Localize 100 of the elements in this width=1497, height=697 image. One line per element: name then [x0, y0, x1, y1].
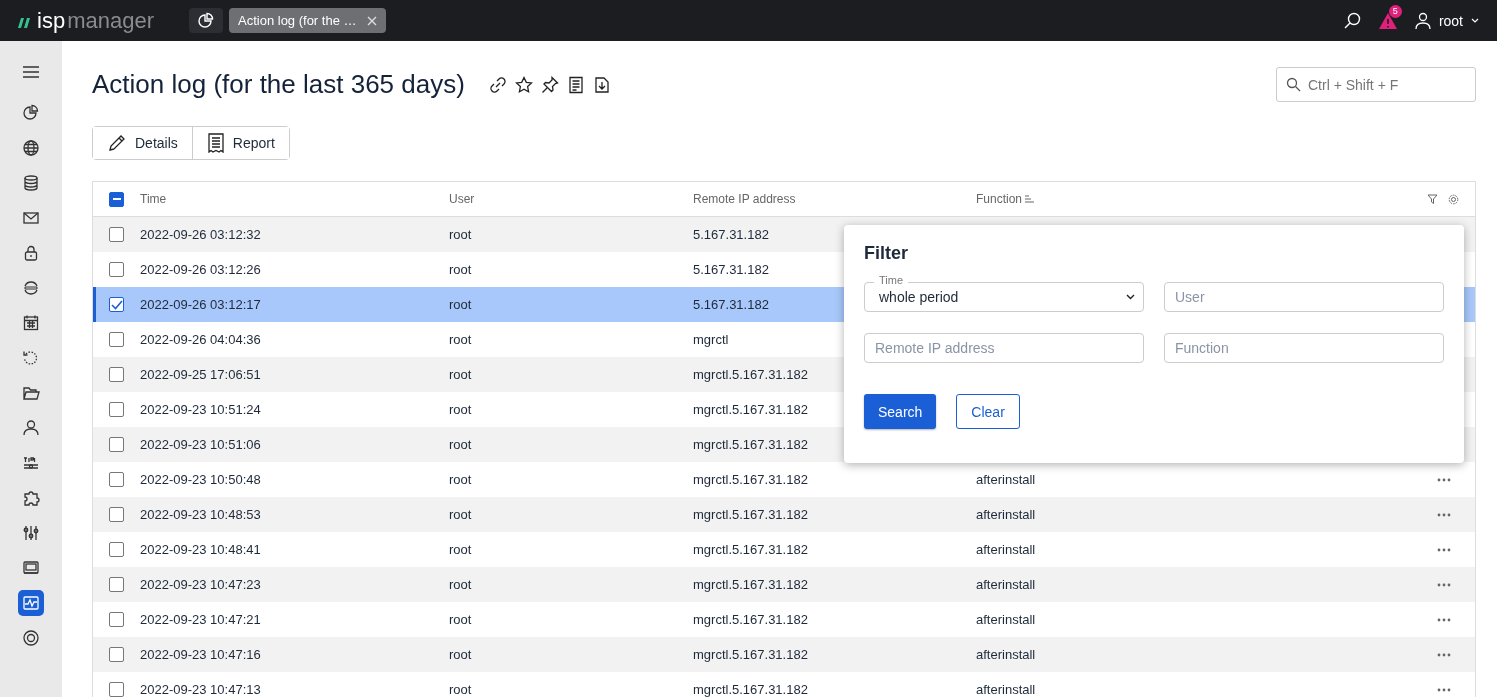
- row-checkbox[interactable]: [109, 542, 124, 557]
- page-tab[interactable]: Action log (for the …: [229, 8, 386, 33]
- link-icon[interactable]: [488, 75, 507, 94]
- column-header[interactable]: Time: [140, 192, 449, 206]
- alert-count-badge: 5: [1388, 4, 1402, 18]
- table-cell: 2022-09-23 10:51:24: [140, 401, 261, 417]
- row-checkbox[interactable]: [109, 577, 124, 592]
- dashboard-tab[interactable]: [189, 8, 223, 33]
- column-header[interactable]: Remote IP address: [693, 192, 976, 206]
- table-cell: afterinstall: [976, 647, 1036, 662]
- more-icon[interactable]: [1437, 582, 1451, 587]
- row-checkbox[interactable]: [109, 437, 124, 452]
- table-cell: mgrctl.5.167.31.182: [693, 506, 808, 522]
- row-checkbox[interactable]: [109, 262, 124, 277]
- clear-button[interactable]: Clear: [956, 394, 1020, 429]
- table-cell: root: [449, 261, 472, 277]
- caret-icon: [1126, 294, 1135, 300]
- more-icon[interactable]: [1437, 617, 1451, 622]
- table-cell: root: [449, 401, 472, 417]
- table-cell: root: [449, 366, 472, 382]
- table-cell: 5.167.31.182: [693, 296, 769, 312]
- close-icon[interactable]: [366, 15, 377, 26]
- more-icon[interactable]: [1437, 687, 1451, 692]
- row-checkbox[interactable]: [109, 332, 124, 347]
- pin-icon[interactable]: [540, 75, 559, 94]
- table-cell: 5.167.31.182: [693, 226, 769, 242]
- more-icon[interactable]: [1437, 652, 1451, 657]
- warning-icon[interactable]: [1378, 12, 1397, 29]
- logo-stripes-icon: [18, 17, 32, 28]
- search-icon: [1286, 77, 1301, 92]
- chart-icon[interactable]: [18, 590, 44, 616]
- table-cell: mgrctl.5.167.31.182: [693, 436, 808, 452]
- table-cell: afterinstall: [976, 472, 1036, 487]
- more-icon[interactable]: [1437, 512, 1451, 517]
- receipt-icon: [206, 133, 225, 153]
- table-cell: 2022-09-26 04:04:36: [140, 331, 261, 347]
- table-cell: root: [449, 611, 472, 627]
- user-icon: [1414, 11, 1431, 30]
- row-checkbox[interactable]: [109, 647, 124, 662]
- table-cell: 2022-09-26 03:12:17: [140, 296, 261, 312]
- search-icon[interactable]: [1343, 12, 1361, 29]
- row-checkbox[interactable]: [109, 682, 124, 697]
- caret-icon: [1471, 18, 1479, 23]
- table-cell: 2022-09-23 10:47:23: [140, 576, 261, 592]
- row-checkbox[interactable]: [109, 402, 124, 417]
- table-cell: root: [449, 646, 472, 662]
- table-cell: 2022-09-23 10:48:53: [140, 506, 261, 522]
- more-icon[interactable]: [1437, 477, 1451, 482]
- table-cell: root: [449, 436, 472, 452]
- star-icon[interactable]: [514, 75, 533, 94]
- row-checkbox[interactable]: [109, 297, 124, 312]
- table-cell: mgrctl.5.167.31.182: [693, 646, 808, 662]
- table-cell: 2022-09-25 17:06:51: [140, 366, 261, 382]
- table-cell: root: [449, 681, 472, 697]
- row-checkbox[interactable]: [109, 227, 124, 242]
- table-cell: 5.167.31.182: [693, 261, 769, 277]
- table-cell: root: [449, 506, 472, 522]
- table-cell: mgrctl.5.167.31.182: [693, 541, 808, 557]
- table-cell: mgrctl.5.167.31.182: [693, 471, 808, 487]
- select-all-checkbox[interactable]: [109, 191, 124, 207]
- table-cell: root: [449, 226, 472, 242]
- search-button[interactable]: Search: [864, 394, 937, 429]
- user-menu[interactable]: root: [1414, 11, 1479, 30]
- report-button[interactable]: Report: [191, 127, 289, 159]
- table-cell: mgrctl.5.167.31.182: [693, 611, 808, 627]
- filter-icon[interactable]: [1427, 193, 1438, 205]
- column-header[interactable]: Function: [976, 192, 1023, 206]
- row-checkbox[interactable]: [109, 367, 124, 382]
- row-checkbox[interactable]: [109, 472, 124, 487]
- table-cell: root: [449, 331, 472, 347]
- input-field[interactable]: Remote IP address: [864, 333, 1144, 363]
- table-cell: 2022-09-26 03:12:32: [140, 226, 261, 242]
- table-cell: root: [449, 296, 472, 312]
- menu-icon[interactable]: [23, 66, 39, 78]
- logo: ispmanager: [18, 7, 189, 34]
- table-cell: afterinstall: [976, 682, 1036, 697]
- table-cell: mgrctl: [693, 331, 729, 347]
- row-checkbox[interactable]: [109, 507, 124, 522]
- table-cell: afterinstall: [976, 507, 1036, 522]
- more-icon[interactable]: [1437, 547, 1451, 552]
- row-checkbox[interactable]: [109, 612, 124, 627]
- search-field[interactable]: Ctrl + Shift + F: [1276, 67, 1476, 102]
- table-cell: root: [449, 576, 472, 592]
- table-cell: mgrctl.5.167.31.182: [693, 401, 808, 417]
- download-icon[interactable]: [592, 75, 611, 94]
- field-label: Time: [874, 274, 909, 286]
- pencil-icon: [107, 133, 127, 153]
- column-header[interactable]: User: [449, 192, 693, 206]
- table-cell: mgrctl.5.167.31.182: [693, 366, 808, 382]
- table-cell: 2022-09-23 10:51:06: [140, 436, 261, 452]
- settings-icon[interactable]: [1448, 193, 1459, 205]
- table-cell: 2022-09-23 10:50:48: [140, 471, 261, 487]
- table-cell: 2022-09-23 10:47:16: [140, 646, 261, 662]
- pie-chart-icon: [197, 11, 215, 30]
- table-cell: afterinstall: [976, 612, 1036, 627]
- table-cell: mgrctl.5.167.31.182: [693, 576, 808, 592]
- input-field[interactable]: Function: [1164, 333, 1444, 363]
- document-icon[interactable]: [566, 75, 585, 94]
- table-cell: 2022-09-23 10:47:13: [140, 681, 261, 697]
- input-field[interactable]: User: [1164, 282, 1444, 312]
